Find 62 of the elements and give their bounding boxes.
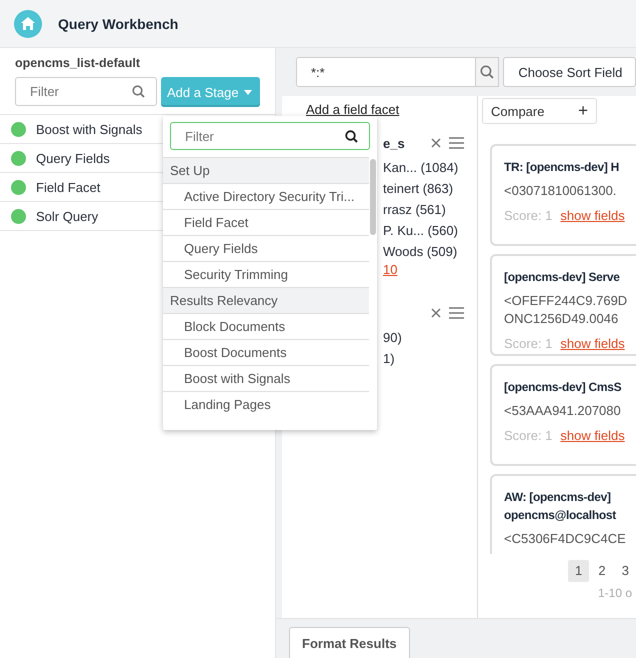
facet-value[interactable]: rrasz (561) bbox=[383, 199, 477, 220]
result-count: 1-10 o bbox=[598, 586, 634, 600]
menu-item[interactable]: Boost with Signals bbox=[163, 365, 369, 391]
result-id: <53AAA941.207080 bbox=[504, 402, 622, 420]
menu-item[interactable]: Block Documents bbox=[163, 313, 369, 339]
facet-value[interactable]: 90) bbox=[383, 327, 477, 348]
result-title: [opencms-dev] CmsS bbox=[504, 379, 622, 396]
page-link[interactable]: 1 bbox=[568, 560, 590, 582]
plus-icon: + bbox=[578, 101, 588, 121]
stage-label: Field Facet bbox=[36, 180, 100, 194]
score-label: Score: 1 bbox=[504, 208, 552, 223]
result-title: [opencms-dev] Serve bbox=[504, 269, 621, 286]
menu-item[interactable]: Query Fields bbox=[163, 235, 369, 261]
stage-label: Query Fields bbox=[36, 150, 110, 166]
result-id: <OFEFF244C9.769D bbox=[504, 292, 628, 310]
facet-title: e_s bbox=[383, 136, 406, 150]
filter-field[interactable]: Filter bbox=[15, 77, 157, 106]
search-button[interactable] bbox=[474, 57, 500, 87]
menu-item[interactable]: Field Facet bbox=[163, 209, 369, 235]
pipeline-name: opencms_list-default bbox=[14, 55, 142, 72]
result-title: opencms@localhost bbox=[504, 507, 618, 524]
show-fields-link[interactable]: show fields bbox=[560, 428, 625, 443]
query-field[interactable]: *:* bbox=[296, 57, 475, 87]
facet-value[interactable]: teinert (863) bbox=[383, 178, 477, 199]
compare-button[interactable]: Compare + bbox=[482, 98, 597, 124]
show-fields-link[interactable]: show fields bbox=[560, 336, 625, 351]
result-id: <03071810061300. bbox=[504, 182, 618, 200]
format-results-tab[interactable]: Format Results bbox=[289, 627, 410, 658]
more-link[interactable]: 10 bbox=[383, 262, 398, 277]
facet-value[interactable]: Kan... (1084) bbox=[383, 157, 477, 178]
scrollbar-thumb[interactable] bbox=[370, 159, 376, 235]
close-icon[interactable] bbox=[431, 138, 441, 148]
menu-item[interactable]: Boost Documents bbox=[163, 339, 369, 365]
menu-icon[interactable] bbox=[449, 307, 464, 319]
add-facet-link[interactable]: Add a field facet bbox=[306, 102, 477, 117]
app-title: Query Workbench bbox=[58, 16, 178, 32]
score-label: Score: 1 bbox=[504, 336, 552, 351]
menu-item[interactable]: Active Directory Security Tri... bbox=[163, 183, 369, 209]
result-title: AW: [opencms-dev] bbox=[504, 489, 612, 506]
stage-label: Boost with Signals bbox=[36, 122, 142, 136]
facet-value[interactable]: 1) bbox=[383, 348, 477, 369]
page-link[interactable]: 2 bbox=[591, 560, 613, 582]
facet-value[interactable]: P. Ku... (560) bbox=[383, 220, 477, 241]
menu-group-header: Set Up bbox=[163, 157, 369, 183]
menu-icon[interactable] bbox=[449, 137, 464, 149]
score-label: Score: 1 bbox=[504, 428, 552, 443]
menu-filter-field[interactable]: Filter bbox=[170, 122, 370, 150]
menu-item[interactable]: Landing Pages bbox=[163, 391, 369, 417]
close-icon[interactable] bbox=[431, 308, 441, 318]
search-icon bbox=[345, 130, 358, 143]
menu-group-header: Results Relevancy bbox=[163, 287, 369, 313]
search-icon bbox=[132, 85, 145, 98]
stage-label: Solr Query bbox=[36, 208, 98, 224]
sort-field-select[interactable]: Choose Sort Field bbox=[503, 57, 636, 87]
result-title: TR: [opencms-dev] H bbox=[504, 159, 620, 176]
facet-value[interactable]: Woods (509) bbox=[383, 241, 477, 262]
show-fields-link[interactable]: show fields bbox=[560, 208, 625, 223]
page-link[interactable]: 3 bbox=[614, 560, 636, 582]
caret-icon bbox=[244, 90, 252, 94]
search-icon bbox=[480, 65, 494, 79]
result-id: ONC1256D49.0046 bbox=[504, 310, 620, 328]
result-id: <C5306F4DC9C4CE bbox=[504, 530, 627, 548]
